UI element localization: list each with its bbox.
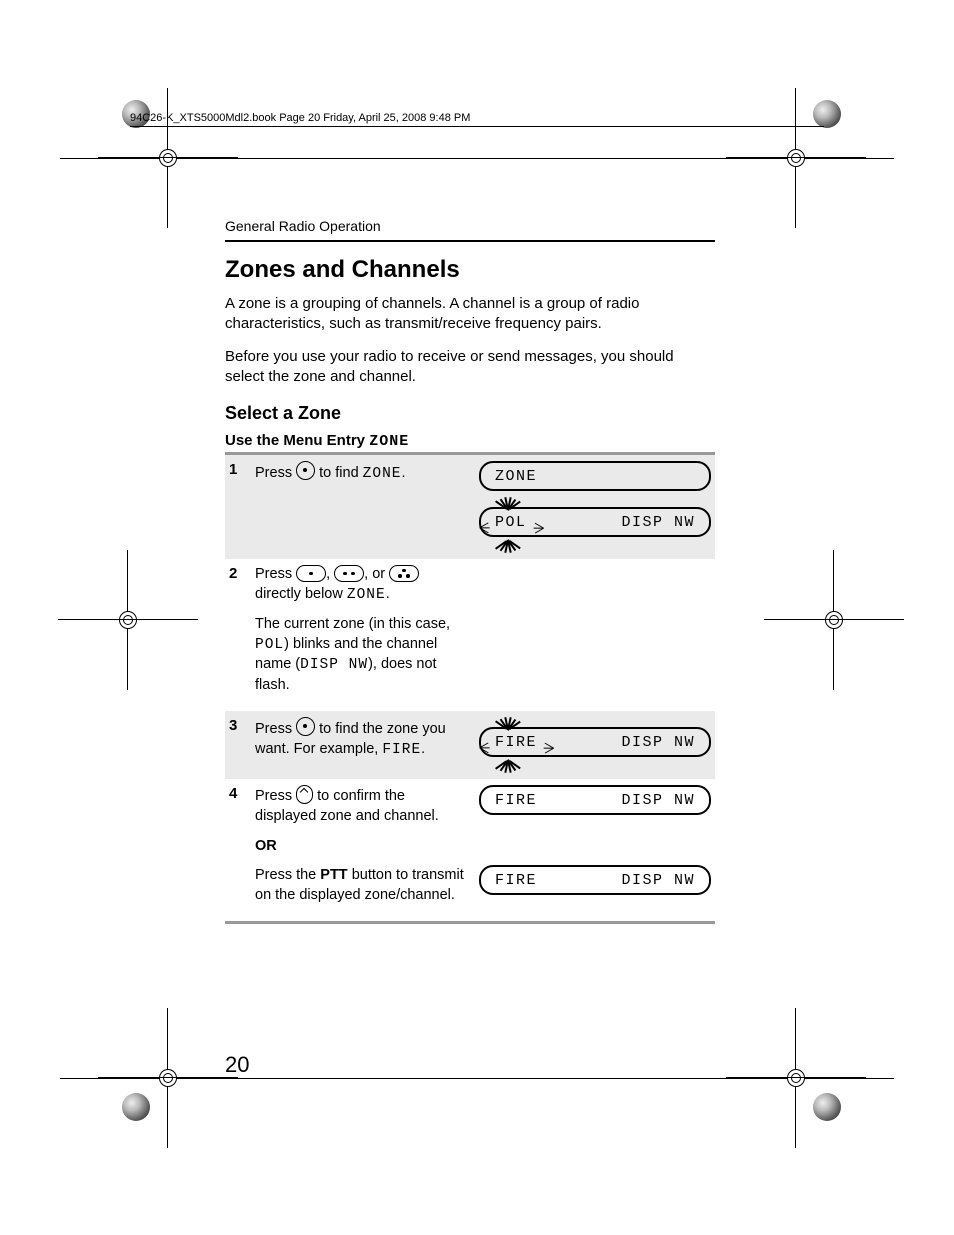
blink-rays-icon (489, 497, 529, 511)
ptt-label: PTT (320, 867, 347, 883)
lcd-display: FIRE DISP NW (479, 727, 711, 757)
t: . (401, 465, 405, 481)
step-number: 1 (229, 461, 255, 478)
nav-dot-button-icon (296, 717, 315, 736)
or-label: OR (255, 838, 277, 854)
page-content: General Radio Operation Zones and Channe… (225, 218, 715, 924)
nav-dot-button-icon (296, 461, 315, 480)
steps-table: 1 Press to find ZONE. ZONE (225, 452, 715, 924)
t: . (386, 586, 390, 602)
lcd-text-left-blinking: POL (495, 514, 527, 531)
lcd-display: FIRE DISP NW (479, 785, 711, 815)
code: POL (255, 637, 284, 653)
lcd-text: FIRE (495, 734, 537, 751)
t: Press (255, 465, 292, 481)
subheading: Select a Zone (225, 403, 715, 424)
step-2: 2 Press , , or directly below ZONE. The … (225, 559, 715, 711)
step-text: Press , , or directly below ZONE. The cu… (255, 565, 469, 705)
step-4: 4 Press to confirm the displayed zone an… (225, 779, 715, 921)
lcd-text-left: FIRE (495, 792, 537, 809)
menu-heading: Use the Menu Entry ZONE (225, 432, 715, 450)
step-figure: FIRE DISP NW FIRE DISP NW (469, 785, 711, 895)
section-label: General Radio Operation (225, 218, 715, 234)
step-number: 2 (229, 565, 255, 582)
lcd-display: ZONE (479, 461, 711, 491)
t: Press the (255, 867, 316, 883)
step-number: 4 (229, 785, 255, 802)
lcd-text-right: DISP NW (621, 792, 695, 809)
lcd-text-right: DISP NW (621, 734, 695, 751)
lcd-text-left: FIRE (495, 872, 537, 889)
code: FIRE (382, 742, 421, 758)
step-text: Press to find the zone you want. For exa… (255, 717, 469, 770)
t: Press (255, 721, 292, 737)
blink-rays-icon (489, 717, 529, 731)
code: DISP NW (300, 657, 368, 673)
t: The current zone (in this case, (255, 616, 450, 632)
blink-rays-icon (489, 539, 529, 553)
intro-p2: Before you use your radio to receive or … (225, 347, 715, 388)
home-button-icon (296, 785, 313, 804)
step-1: 1 Press to find ZONE. ZONE (225, 455, 715, 559)
softkey-one-dot-icon (296, 565, 326, 582)
lcd-text-left-blinking: FIRE (495, 734, 537, 751)
menu-heading-prefix: Use the Menu Entry (225, 432, 365, 449)
step-text: Press to confirm the displayed zone and … (255, 785, 469, 915)
t: directly below (255, 586, 343, 602)
t: to find (319, 465, 359, 481)
lcd-display: FIRE DISP NW (479, 865, 711, 895)
lcd-display: POL DISP NW (479, 507, 711, 537)
step-number: 3 (229, 717, 255, 734)
t: Press (255, 566, 292, 582)
step-3: 3 Press to find the zone you want. For e… (225, 711, 715, 779)
lcd-text-left: ZONE (495, 468, 537, 485)
lcd-text-right: DISP NW (621, 872, 695, 889)
step-figure: ZONE POL (469, 461, 711, 553)
code: ZONE (363, 466, 402, 482)
page-number: 20 (225, 1052, 249, 1078)
t: , (326, 566, 330, 582)
t: , or (364, 566, 385, 582)
softkey-three-dot-icon (389, 565, 419, 582)
t: . (421, 741, 425, 757)
intro-p1: A zone is a grouping of channels. A chan… (225, 294, 715, 335)
step-text: Press to find ZONE. (255, 461, 469, 495)
blink-rays-icon (489, 759, 529, 773)
code: ZONE (347, 587, 386, 603)
softkey-two-dot-icon (334, 565, 364, 582)
menu-heading-code: ZONE (369, 433, 409, 450)
lcd-text: POL (495, 514, 527, 531)
page-title: Zones and Channels (225, 256, 715, 284)
t: Press (255, 788, 292, 804)
step-figure: FIRE DISP NW (469, 717, 711, 773)
book-header-meta: 94C26-K_XTS5000Mdl2.book Page 20 Friday,… (130, 112, 824, 127)
lcd-text-right: DISP NW (621, 514, 695, 531)
section-rule (225, 240, 715, 242)
